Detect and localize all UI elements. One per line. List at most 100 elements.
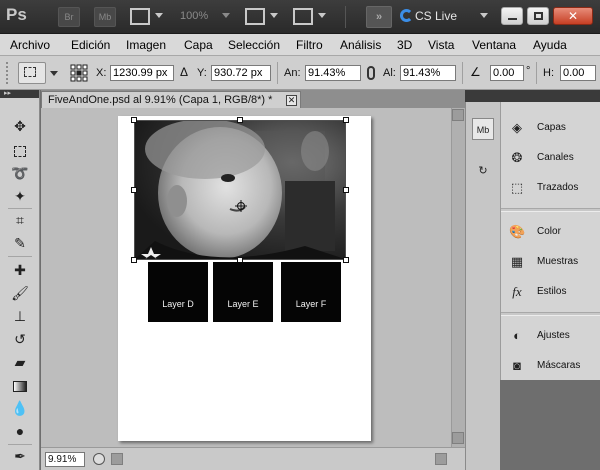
maximize-button[interactable] [527,7,549,25]
reference-point-icon[interactable] [70,64,88,82]
collapse-icon[interactable]: ▸▸ [0,90,39,98]
menu-analisis[interactable]: Análisis [340,38,381,52]
pen-tool-icon[interactable]: ✒ [8,446,32,466]
delta-icon[interactable]: Δ [180,65,188,79]
grip-handle[interactable] [6,62,10,84]
pivot-point-icon[interactable] [235,200,247,212]
link-icon[interactable] [367,66,375,80]
gradient-tool-icon[interactable] [8,375,32,395]
crop-tool-icon[interactable]: ⌗ [8,210,32,230]
minimize-button[interactable] [501,7,523,25]
transform-handle[interactable] [237,117,243,123]
tool-preset-picker[interactable] [18,62,46,84]
extend-workspace-button[interactable]: » [366,6,392,28]
zoom-level[interactable]: 100% [180,10,208,22]
vertical-scrollbar[interactable] [451,108,465,447]
cs-live-menu[interactable]: CS Live [415,9,457,23]
transform-handle[interactable] [131,257,137,263]
photoshop-logo: Ps [6,5,27,24]
layer-f-card[interactable]: Layer F [281,262,341,322]
transform-handle[interactable] [343,257,349,263]
brush-tool-icon[interactable]: 🖌 [8,283,32,303]
transform-handle[interactable] [343,117,349,123]
eraser-tool-icon[interactable]: ▰ [8,352,32,372]
panel-color[interactable]: 🎨 Color [507,222,599,242]
panel-mascaras[interactable]: ◙ Máscaras [507,356,599,376]
document-page[interactable]: Layer D Layer E Layer F [118,116,371,441]
menu-vista[interactable]: Vista [428,38,454,52]
width-field[interactable]: 91.43% [305,65,361,81]
panel-muestras[interactable]: ▦ Muestras [507,252,599,272]
panel-label: Muestras [537,256,579,267]
scroll-right-icon[interactable] [435,453,447,465]
mini-bridge-button[interactable]: Mb [94,7,116,27]
canvas-area[interactable]: Layer D Layer E Layer F [41,108,451,447]
y-field[interactable]: 930.72 px [211,65,271,81]
menu-archivo[interactable]: Archivo [10,38,50,52]
lasso-tool-icon[interactable]: ➰ [8,163,32,183]
y-label: Y: [197,67,207,79]
scroll-down-icon[interactable] [452,432,464,444]
chevron-down-icon[interactable] [155,13,163,18]
chevron-down-icon[interactable] [270,13,278,18]
arrange-documents-icon[interactable] [245,8,265,25]
transform-handle[interactable] [131,117,137,123]
menu-ayuda[interactable]: Ayuda [533,38,567,52]
move-tool-icon[interactable]: ✥ [8,116,32,136]
separator [536,62,537,84]
chevron-down-icon[interactable] [480,13,488,18]
menu-seleccion[interactable]: Selección [228,38,280,52]
close-button[interactable]: ✕ [553,7,593,25]
panel-trazados[interactable]: ⬚ Trazados [507,178,599,198]
separator [345,6,346,28]
menu-bar: Archivo Edición Imagen Capa Selección Fi… [0,34,600,56]
panel-capas[interactable]: ◈ Capas [507,118,599,138]
minimize-icon [508,18,517,20]
document-tab[interactable]: FiveAndOne.psd al 9.91% (Capa 1, RGB/8*)… [41,91,301,108]
history-icon[interactable]: ↻ [472,160,494,182]
blur-tool-icon[interactable]: 💧 [8,398,32,418]
close-icon[interactable]: ✕ [286,95,297,106]
menu-imagen[interactable]: Imagen [126,38,166,52]
dodge-tool-icon[interactable]: ● [8,421,32,441]
magic-wand-tool-icon[interactable]: ✦ [8,186,32,206]
eyedropper-tool-icon[interactable]: ✎ [8,233,32,253]
bridge-button[interactable]: Br [58,7,80,27]
chevron-down-icon[interactable] [318,13,326,18]
angle-field[interactable]: 0.00 [490,65,524,81]
menu-ventana[interactable]: Ventana [472,38,516,52]
transform-handle[interactable] [343,187,349,193]
options-bar: X: 1230.99 px Δ Y: 930.72 px An: 91.43% … [0,56,600,90]
height-field[interactable]: 91.43% [400,65,456,81]
layer-e-card[interactable]: Layer E [213,262,273,322]
zoom-field[interactable]: 9.91% [45,452,85,467]
x-field[interactable]: 1230.99 px [110,65,174,81]
transform-bounding-box[interactable] [134,120,346,260]
panel-header[interactable] [465,90,600,102]
panel-ajustes[interactable]: ◐ Ajustes [507,326,599,346]
hskew-field[interactable]: 0.00 [560,65,596,81]
history-brush-tool-icon[interactable]: ↺ [8,329,32,349]
chevron-down-icon[interactable] [222,13,230,18]
menu-3d[interactable]: 3D [397,38,412,52]
menu-capa[interactable]: Capa [184,38,213,52]
panel-canales[interactable]: ❂ Canales [507,148,599,168]
status-menu-icon[interactable] [93,453,105,465]
scroll-up-icon[interactable] [452,109,464,121]
healing-brush-tool-icon[interactable]: ✚ [8,260,32,280]
transform-handle[interactable] [131,187,137,193]
extras-icon[interactable] [130,8,150,25]
scroll-left-icon[interactable] [111,453,123,465]
hskew-label: H: [543,67,554,79]
marquee-tool-icon[interactable] [8,140,32,160]
menu-filtro[interactable]: Filtro [296,38,323,52]
screen-mode-icon[interactable] [293,8,313,25]
panel-estilos[interactable]: fx Estilos [507,282,599,302]
mini-bridge-icon[interactable]: Mb [472,118,494,140]
chevron-down-icon[interactable] [50,71,58,76]
cs-live-icon [400,9,413,22]
menu-edicion[interactable]: Edición [71,38,110,52]
clone-stamp-tool-icon[interactable]: ⊥ [8,306,32,326]
width-label: An: [284,67,301,79]
layer-d-card[interactable]: Layer D [148,262,208,322]
